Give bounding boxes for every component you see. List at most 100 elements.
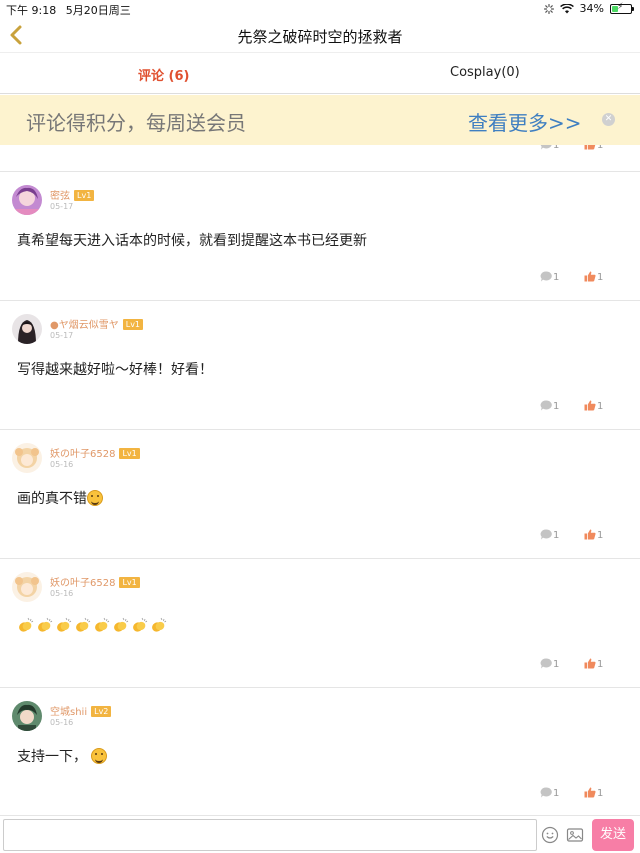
like-count: 1 — [597, 272, 604, 283]
thumbs-up-icon — [584, 787, 596, 798]
thumbs-up-icon — [584, 400, 596, 411]
comment-date: 05-16 — [50, 589, 74, 598]
send-button[interactable]: 发送 — [592, 819, 634, 851]
status-left: 下午 9:18 5月20日周三 — [6, 2, 137, 18]
smile-emoji-icon — [87, 490, 103, 506]
reply-button[interactable]: 1 — [540, 787, 559, 801]
username[interactable]: 妖の叶子6528 Lv1 — [50, 445, 140, 460]
thumbs-up-icon — [584, 529, 596, 540]
level-badge: Lv1 — [119, 448, 140, 459]
promo-banner: 评论得积分，每周送会员 查看更多>> ✕ — [0, 95, 640, 145]
charging-icon: ⚡ — [617, 1, 624, 12]
username[interactable]: 空城shii Lv2 — [50, 703, 112, 718]
username[interactable]: 密弦 Lv1 — [50, 187, 95, 202]
banner-more-link[interactable]: 查看更多>> — [468, 107, 582, 136]
like-count: 1 — [597, 145, 604, 151]
clapping-hands-icon — [38, 617, 53, 632]
like-count: 1 — [597, 401, 604, 412]
tab-cosplay[interactable]: Cosplay(0) — [450, 65, 520, 80]
comment-text: 真希望每天进入话本的时候，就看到提醒这本书已经更新 — [17, 233, 367, 249]
wifi-icon — [559, 3, 574, 13]
comment-icon — [540, 787, 552, 798]
username-text: 空城shii — [50, 707, 88, 718]
comment-icon — [540, 400, 552, 411]
reply-count: 1 — [553, 145, 560, 151]
comment-item: ●ヤ烟云似雪ヤ Lv1 05-17 写得越来越好啦～好棒！好看！ 1 1 — [0, 301, 640, 430]
reply-count: 1 — [553, 659, 560, 670]
username-text: ●ヤ烟云似雪ヤ — [50, 320, 119, 331]
reply-count: 1 — [553, 530, 560, 541]
tab-bar: 评论 (6) Cosplay(0) — [0, 52, 640, 94]
banner-text: 评论得积分，每周送会员 — [26, 111, 246, 135]
reply-button[interactable]: 1 — [540, 529, 559, 543]
reply-button[interactable]: 1 — [540, 145, 559, 153]
like-button[interactable]: 1 — [584, 529, 603, 543]
page-title: 先祭之破碎时空的拯救者 — [237, 28, 403, 46]
reply-count: 1 — [553, 272, 560, 283]
clapping-hands-icon — [95, 617, 110, 632]
comment-item: 妖の叶子6528 Lv1 05-16 画的真不错 1 1 — [0, 430, 640, 559]
reply-button[interactable]: 1 — [540, 271, 559, 285]
like-button[interactable]: 1 — [584, 400, 603, 414]
smiley-icon — [541, 826, 559, 844]
battery-percent: 34% — [579, 2, 604, 15]
reply-count: 1 — [553, 788, 560, 799]
status-date: 5月20日周三 — [65, 4, 131, 17]
status-bar: 下午 9:18 5月20日周三 34% ⚡ — [0, 0, 640, 18]
comment-body: 支持一下， — [17, 746, 108, 766]
clapping-emoji-row — [17, 617, 169, 634]
comment-date: 05-16 — [50, 460, 74, 469]
clapping-hands-icon — [114, 617, 129, 632]
clapping-hands-icon — [152, 617, 167, 632]
level-badge: Lv1 — [74, 190, 95, 201]
reply-button[interactable]: 1 — [540, 400, 559, 414]
avatar[interactable] — [12, 572, 42, 602]
activity-icon — [543, 3, 554, 14]
comment-date: 05-17 — [50, 202, 74, 211]
like-button[interactable]: 1 — [584, 658, 603, 672]
emoji-button[interactable] — [541, 826, 559, 844]
thumbs-up-icon — [584, 271, 596, 282]
avatar[interactable] — [12, 443, 42, 473]
thumbs-up-icon — [584, 145, 596, 150]
avatar[interactable] — [12, 701, 42, 731]
comment-input[interactable] — [3, 819, 537, 851]
image-icon — [566, 828, 584, 842]
image-button[interactable] — [566, 826, 584, 844]
clapping-hands-icon — [19, 617, 34, 632]
nav-bar: 先祭之破碎时空的拯救者 — [0, 18, 640, 52]
reply-count: 1 — [553, 401, 560, 412]
comment-icon — [540, 658, 552, 669]
like-count: 1 — [597, 530, 604, 541]
level-badge: Lv2 — [91, 706, 112, 717]
username[interactable]: ●ヤ烟云似雪ヤ Lv1 — [50, 316, 144, 331]
comment-item: 空城shii Lv2 05-16 支持一下， 1 1 — [0, 688, 640, 817]
comment-date: 05-16 — [50, 718, 74, 727]
comment-text: 画的真不错 — [17, 491, 87, 507]
comment-icon — [540, 529, 552, 540]
comment-item: 妖の叶子6528 Lv1 05-16 1 1 — [0, 559, 640, 688]
username[interactable]: 妖の叶子6528 Lv1 — [50, 574, 140, 589]
like-button[interactable]: 1 — [584, 787, 603, 801]
thumbs-up-icon — [584, 658, 596, 669]
battery-icon: ⚡ — [610, 1, 634, 14]
level-badge: Lv1 — [122, 319, 144, 330]
close-icon[interactable]: ✕ — [602, 113, 615, 126]
avatar[interactable] — [12, 314, 42, 344]
like-button[interactable]: 1 — [584, 271, 603, 285]
grin-emoji-icon — [91, 748, 108, 764]
like-count: 1 — [597, 659, 604, 670]
comment-input-bar: 发送 — [0, 815, 640, 853]
avatar[interactable] — [12, 185, 42, 215]
comment-icon — [540, 145, 552, 150]
like-button[interactable]: 1 — [584, 145, 603, 153]
tab-comments[interactable]: 评论 (6) — [138, 65, 189, 84]
username-text: 密弦 — [50, 191, 70, 202]
previous-comment: 1 1 — [0, 145, 640, 172]
comment-body: 画的真不错 — [17, 488, 103, 508]
reply-button[interactable]: 1 — [540, 658, 559, 672]
comment-item: 密弦 Lv1 05-17 真希望每天进入话本的时候，就看到提醒这本书已经更新 1 … — [0, 172, 640, 301]
comment-icon — [540, 271, 552, 282]
like-count: 1 — [597, 788, 604, 799]
status-right: 34% ⚡ — [543, 1, 634, 15]
